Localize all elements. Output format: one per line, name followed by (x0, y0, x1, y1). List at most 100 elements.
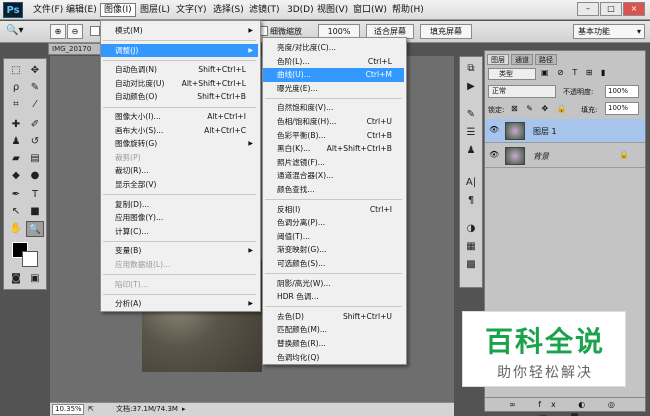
styles-panel-icon[interactable]: ▩ (462, 257, 480, 273)
image_menu-item-13[interactable]: 计算(C)... (101, 225, 258, 239)
maximize-button[interactable]: □ (600, 2, 622, 16)
actions-panel-icon[interactable]: ▶ (462, 79, 480, 95)
shape-tool-icon[interactable]: ■ (26, 204, 44, 220)
clone-stamp-tool-icon[interactable]: ♟ (7, 134, 25, 150)
image_menu-item-8[interactable]: 裁剪(P) (101, 151, 258, 165)
adjust_menu-item-9[interactable]: 通道混合器(X)... (263, 169, 404, 183)
adjust_menu-item-16[interactable]: 阴影/高光(W)... (263, 277, 404, 291)
image_menu-item-15[interactable]: 应用数据组(L)... (101, 258, 258, 272)
menu-layer[interactable]: 图层(L) (137, 3, 173, 17)
menu-image[interactable]: 图像(I) (100, 3, 136, 17)
minimize-button[interactable]: – (577, 2, 599, 16)
image_menu-item-17[interactable]: 分析(A) ▶ (101, 297, 258, 311)
menu-type[interactable]: 文字(Y) (173, 3, 210, 17)
dodge-tool-icon[interactable]: ● (26, 168, 44, 184)
fill-field[interactable]: 100% (605, 102, 639, 115)
character-panel-icon[interactable]: A| (462, 175, 480, 191)
history-brush-tool-icon[interactable]: ↺ (26, 134, 44, 150)
image_menu-item-10[interactable]: 显示全部(V) (101, 178, 258, 192)
pen-tool-icon[interactable]: ✒ (7, 187, 25, 203)
image_menu-item-4[interactable]: 自动颜色(O) Shift+Ctrl+B (101, 90, 258, 104)
adjust_menu-item-3[interactable]: 曝光度(E)... (263, 82, 404, 96)
clone-source-icon[interactable]: ♟ (462, 143, 480, 159)
menu-view[interactable]: 视图(V) (314, 3, 351, 17)
menu-window[interactable]: 窗口(W) (350, 3, 390, 17)
history-panel-icon[interactable]: ⧉ (462, 61, 480, 77)
menu-help[interactable]: 帮助(H) (389, 3, 427, 17)
layers-footer-icons[interactable]: ∞ fx ◐ ◎ ▭ ▣ 🗑 (485, 397, 645, 416)
eye-icon[interactable]: 👁 (489, 125, 499, 134)
healing-brush-tool-icon[interactable]: ✚ (7, 117, 25, 133)
layer-row-layer1[interactable]: 👁 图层 1 (485, 119, 645, 143)
blur-tool-icon[interactable]: ◆ (7, 168, 25, 184)
tab-paths[interactable]: 路径 (535, 54, 557, 65)
zoom-out-icon[interactable]: ⊖ (67, 24, 83, 39)
paragraph-panel-icon[interactable]: ¶ (462, 193, 480, 209)
layer-row-background[interactable]: 👁 背景 🔒 (485, 144, 645, 168)
path-select-tool-icon[interactable]: ↖ (7, 204, 25, 220)
image_menu-item-0[interactable]: 模式(M) ▶ (101, 24, 258, 38)
crop-tool-icon[interactable]: ⌗ (7, 97, 25, 113)
opacity-field[interactable]: 100% (605, 85, 639, 98)
eraser-tool-icon[interactable]: ▰ (7, 151, 25, 167)
brush-tool-icon[interactable]: ✐ (26, 117, 44, 133)
screen-mode-icon[interactable]: ▣ (26, 271, 44, 287)
image_menu-item-6[interactable]: 画布大小(S)... Alt+Ctrl+C (101, 124, 258, 138)
lock-icons[interactable]: ⊠ ✎ ✥ 🔒 (511, 104, 570, 113)
adjust_menu-item-18[interactable]: 去色(D) Shift+Ctrl+U (263, 310, 404, 324)
gradient-tool-icon[interactable]: ▤ (26, 151, 44, 167)
eyedropper-tool-icon[interactable]: ⁄ (26, 97, 44, 113)
adjust_menu-item-1[interactable]: 色阶(L)... Ctrl+L (263, 55, 404, 69)
filter-icons[interactable]: ▣ ⊘ T ⊞ ▮ (541, 68, 621, 80)
type-tool-icon[interactable]: T (26, 187, 44, 203)
adjust_menu-item-5[interactable]: 色相/饱和度(H)... Ctrl+U (263, 115, 404, 129)
menu-edit[interactable]: 编辑(E) (63, 3, 100, 17)
workspace-select[interactable]: 基本功能 ▾ (573, 24, 645, 39)
adjust_menu-item-2[interactable]: 曲线(U)... Ctrl+M (263, 68, 404, 82)
close-button[interactable]: × (623, 2, 645, 16)
export-icon[interactable]: ⇱ (88, 403, 94, 415)
adjust_menu-item-7[interactable]: 黑白(K)... Alt+Shift+Ctrl+B (263, 142, 404, 156)
hand-tool-icon[interactable]: ✋ (7, 221, 25, 237)
image_menu-item-5[interactable]: 图像大小(I)... Alt+Ctrl+I (101, 110, 258, 124)
adjust_menu-item-14[interactable]: 渐变映射(G)... (263, 243, 404, 257)
lasso-tool-icon[interactable]: ρ (7, 80, 25, 96)
adjust_menu-item-8[interactable]: 照片滤镜(F)... (263, 156, 404, 170)
brush-presets-icon[interactable]: ☰ (462, 125, 480, 141)
layer-filter-select[interactable]: 类型 (488, 68, 536, 80)
image_menu-item-12[interactable]: 应用图像(Y)... (101, 211, 258, 225)
move-tool-icon[interactable]: ✥ (26, 63, 44, 79)
zoom-level-field[interactable]: 10.35% (52, 404, 84, 415)
image_menu-item-14[interactable]: 变量(B) ▶ (101, 244, 258, 258)
adjust_menu-item-4[interactable]: 自然饱和度(V)... (263, 101, 404, 115)
eye-icon[interactable]: 👁 (489, 150, 499, 159)
zoom-tool-icon[interactable]: 🔍 (26, 221, 44, 237)
adjust_menu-item-6[interactable]: 色彩平衡(B)... Ctrl+B (263, 129, 404, 143)
marquee-tool-icon[interactable]: ⬚ (7, 63, 25, 79)
resize-window-checkbox[interactable] (90, 26, 100, 36)
image_menu-item-3[interactable]: 自动对比度(U) Alt+Shift+Ctrl+L (101, 77, 258, 91)
image_menu-item-9[interactable]: 裁切(R)... (101, 164, 258, 178)
image_menu-item-11[interactable]: 复制(D)... (101, 198, 258, 212)
background-color-swatch[interactable] (22, 251, 38, 267)
fill-screen-button[interactable]: 填充屏幕 (420, 24, 472, 39)
menu-select[interactable]: 选择(S) (210, 3, 247, 17)
image_menu-item-1[interactable]: 调整(J) ▶ (101, 43, 258, 58)
adjust_menu-item-11[interactable]: 反相(I) Ctrl+I (263, 203, 404, 217)
adjust_menu-item-19[interactable]: 匹配颜色(M)... (263, 323, 404, 337)
quick-select-tool-icon[interactable]: ✎ (26, 80, 44, 96)
adjust_menu-item-13[interactable]: 阈值(T)... (263, 230, 404, 244)
menu-3d[interactable]: 3D(D) (284, 3, 317, 17)
menu-file[interactable]: 文件(F) (30, 3, 66, 17)
tab-channels[interactable]: 通道 (511, 54, 533, 65)
image_menu-item-2[interactable]: 自动色调(N) Shift+Ctrl+L (101, 63, 258, 77)
adjust_menu-item-10[interactable]: 颜色查找... (263, 183, 404, 197)
zoom-in-icon[interactable]: ⊕ (50, 24, 66, 39)
menu-filter[interactable]: 滤镜(T) (246, 3, 283, 17)
zoom-tool-preset-icon[interactable]: 🔍▾ (6, 25, 34, 39)
image_menu-item-16[interactable]: 陷印(T)... (101, 278, 258, 292)
adjust_menu-item-17[interactable]: HDR 色调... (263, 290, 404, 304)
adjust_menu-item-21[interactable]: 色调均化(Q) (263, 351, 404, 365)
document-tab[interactable]: IMG_20170 (48, 43, 102, 55)
brush-panel-icon[interactable]: ✎ (462, 107, 480, 123)
